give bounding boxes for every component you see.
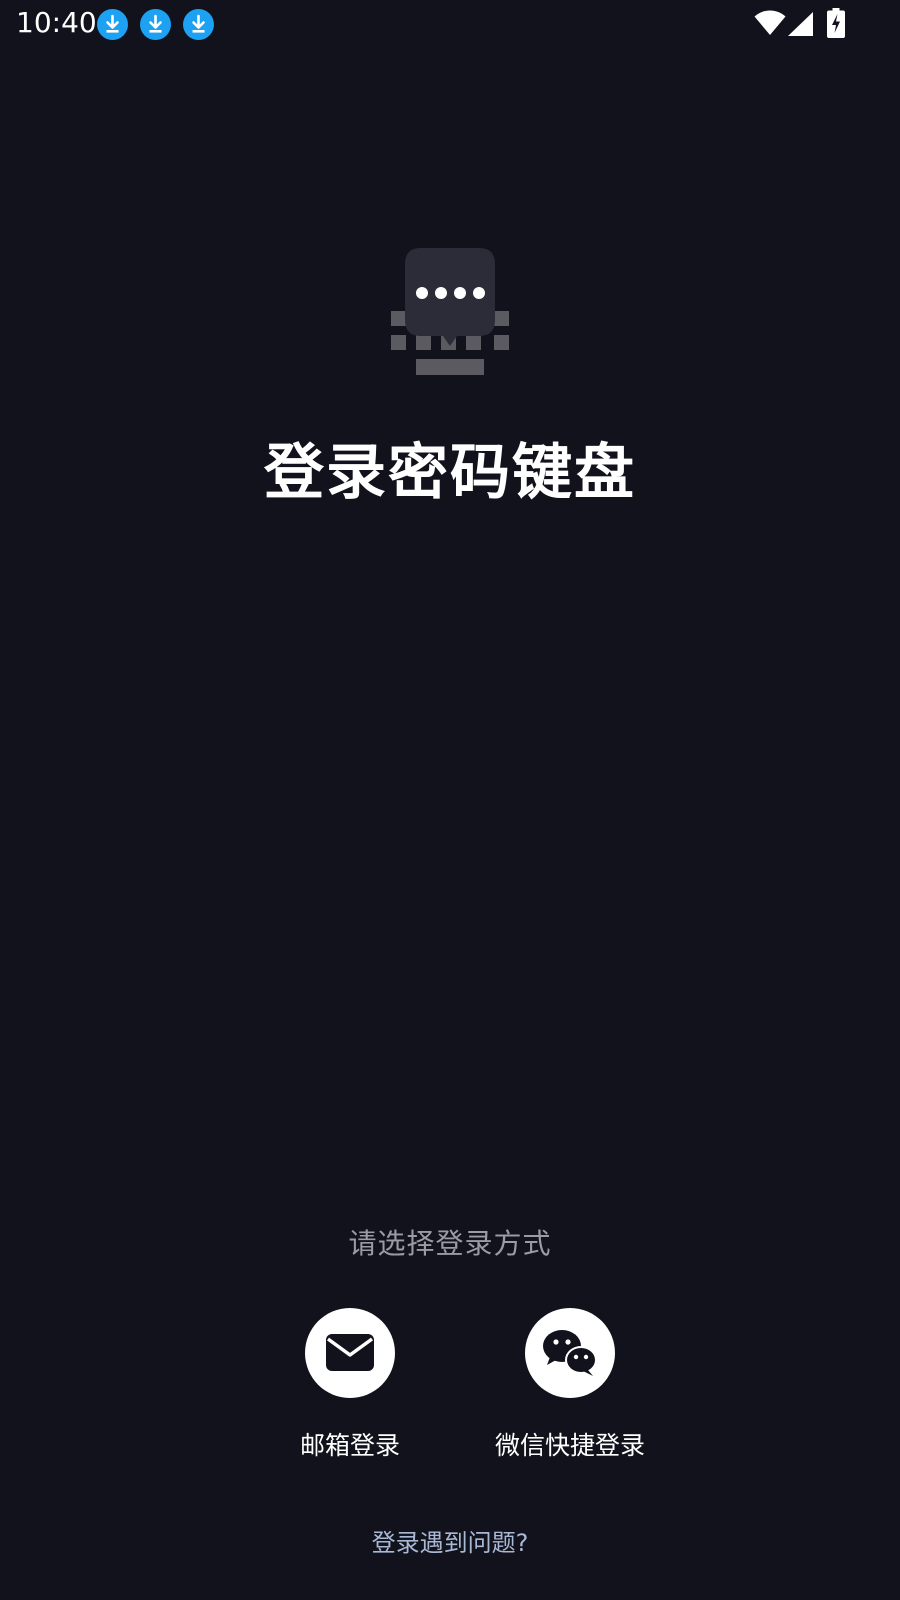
cellular-signal-icon (788, 12, 813, 36)
envelope-icon (326, 1334, 374, 1371)
status-time: 10:40 (16, 6, 97, 39)
download-icon (140, 9, 171, 40)
wechat-login-label[interactable]: 微信快捷登录 (470, 1426, 670, 1462)
login-problem-link[interactable]: 登录遇到问题? (0, 1523, 900, 1558)
email-login-button[interactable]: 邮箱登录 (250, 1308, 450, 1462)
download-icon (97, 9, 128, 40)
battery-charging-icon (827, 8, 845, 38)
status-bar: 10:40 (0, 0, 900, 50)
download-icon (183, 9, 214, 40)
app-title: 登录密码键盘 (264, 438, 636, 508)
email-login-circle[interactable] (305, 1308, 395, 1398)
keyboard-password-icon (391, 248, 509, 375)
wechat-icon (543, 1330, 597, 1376)
wifi-icon (754, 10, 786, 35)
login-method-prompt: 请选择登录方式 (348, 1227, 552, 1260)
wechat-login-button[interactable]: 微信快捷登录 (470, 1308, 670, 1462)
wechat-login-circle[interactable] (525, 1308, 615, 1398)
email-login-label[interactable]: 邮箱登录 (250, 1426, 450, 1462)
